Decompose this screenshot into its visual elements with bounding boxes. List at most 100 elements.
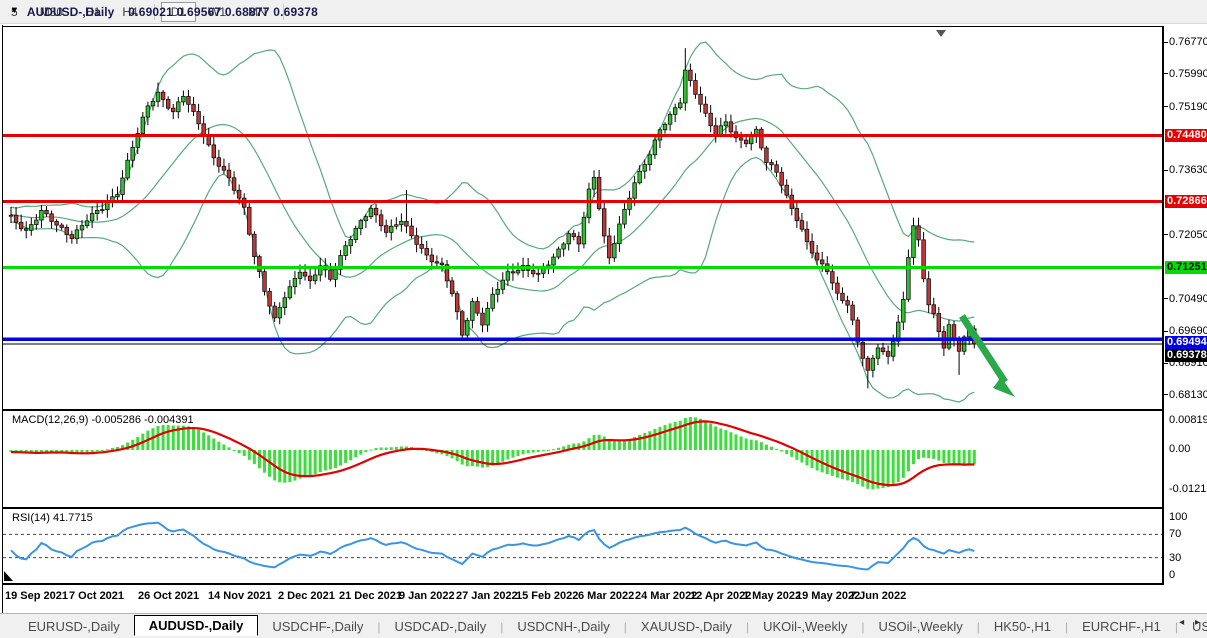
macd-histogram-bar [369, 450, 372, 451]
rsi-axis-label: 100 [1169, 511, 1187, 523]
candle-bullish [177, 102, 181, 112]
macd-histogram-bar [892, 450, 895, 485]
price-level-badge[interactable]: 0.72866 [1165, 195, 1207, 208]
macd-histogram-bar [846, 450, 849, 480]
macd-histogram-bar [243, 450, 246, 456]
candle-bearish [450, 281, 454, 294]
candle-bearish [435, 262, 439, 263]
chart-tab-hk50-h1[interactable]: HK50-,H1 [980, 617, 1065, 636]
price-chart-panel[interactable] [3, 26, 1164, 409]
macd-histogram-bar [937, 450, 940, 461]
candle-bullish [582, 217, 586, 244]
chart-tab-audusd-daily[interactable]: AUDUSD-,Daily [134, 615, 259, 636]
candle-bullish [536, 273, 540, 274]
macd-panel[interactable]: MACD(12,26,9) -0.005286 -0.004391 [3, 411, 1164, 507]
candle-bearish [709, 113, 713, 125]
candle-bullish [516, 270, 520, 273]
candle-bearish [379, 215, 383, 226]
macd-histogram-bar [248, 450, 251, 460]
rsi-label: RSI(14) 41.7715 [12, 512, 93, 524]
trend-arrow-annotation[interactable] [962, 316, 1005, 382]
candle-bullish [288, 287, 292, 298]
macd-histogram-bar [222, 445, 225, 450]
candle-bearish [531, 270, 535, 273]
candle-bearish [237, 190, 241, 198]
scroll-anchor-icon[interactable] [4, 571, 13, 581]
macd-histogram-bar [91, 450, 94, 452]
macd-histogram-bar [476, 450, 479, 467]
macd-histogram-bar [217, 442, 220, 450]
macd-histogram-bar [963, 450, 966, 465]
macd-histogram-bar [547, 450, 550, 451]
axis-tick-mark [1164, 73, 1168, 74]
axis-border [1162, 26, 1164, 583]
macd-histogram-bar [861, 450, 864, 487]
macd-histogram-bar [917, 450, 920, 459]
macd-histogram-bar [364, 450, 367, 452]
candle-bearish [704, 104, 708, 113]
trading-terminal-window: 5M30H1H4D1W1MN ▼ AUDUSD-,Daily 0.69021 0… [0, 0, 1207, 638]
macd-axis-label: 0.00 [1169, 443, 1190, 455]
candle-bullish [902, 299, 906, 322]
chart-tab-usdchf-daily[interactable]: USDCHF-,Daily [258, 617, 377, 636]
price-level-badge[interactable]: 0.69494 [1165, 336, 1207, 349]
rsi-canvas[interactable] [3, 509, 1164, 583]
candle-bearish [384, 226, 388, 233]
price-axis-tick-label: 0.75190 [1169, 101, 1207, 113]
candle-bullish [623, 209, 627, 224]
price-level-badge[interactable]: 0.74480 [1165, 129, 1207, 142]
chart-tab-ukoil-weekly[interactable]: UKOil-,Weekly [749, 617, 861, 636]
main-chart-canvas[interactable] [3, 26, 1164, 409]
price-axis-tick-label: 0.75990 [1169, 68, 1207, 80]
macd-histogram-bar [674, 422, 677, 450]
macd-histogram-bar [557, 448, 560, 450]
candle-bearish [729, 122, 733, 132]
bollinger-band-line [11, 42, 974, 249]
candle-bearish [881, 348, 885, 352]
macd-histogram-bar [775, 449, 778, 450]
candle-bullish [912, 226, 916, 258]
chart-tab-xauusd-daily[interactable]: XAUUSD-,Daily [627, 617, 746, 636]
candle-bullish [466, 320, 470, 335]
chart-tab-usdcnh-daily[interactable]: USDCNH-,Daily [503, 617, 623, 636]
chart-tab-usoil-weekly[interactable]: USOil-,Weekly [864, 617, 976, 636]
price-axis-tick-label: 0.76770 [1169, 36, 1207, 48]
time-axis-label: 6 Mar 2022 [578, 590, 634, 602]
price-axis[interactable]: 0.767700.759900.751900.736300.720500.704… [1164, 26, 1207, 583]
time-axis[interactable]: 19 Sep 20217 Oct 202126 Oct 202114 Nov 2… [3, 585, 1164, 613]
candle-bearish [831, 272, 835, 283]
macd-histogram-bar [157, 426, 160, 450]
candle-bearish [440, 263, 444, 265]
chart-tab-eurchf-h1[interactable]: EURCHF-,H1 [1068, 617, 1175, 636]
macd-histogram-bar [233, 450, 236, 451]
macd-histogram-bar [192, 428, 195, 450]
candle-bullish [678, 103, 682, 108]
candle-bearish [187, 96, 191, 104]
chart-shift-marker-icon[interactable] [936, 30, 946, 37]
chart-tab-eurusd-daily[interactable]: EURUSD-,Daily [14, 617, 134, 636]
candle-bearish [415, 236, 419, 245]
candle-bearish [861, 342, 865, 358]
candle-bullish [592, 177, 596, 189]
price-level-badge[interactable]: 0.69378 [1165, 349, 1207, 362]
rsi-panel[interactable]: RSI(14) 41.7715 [3, 509, 1164, 583]
macd-histogram-bar [927, 450, 930, 458]
price-level-badge[interactable]: 0.71251 [1165, 261, 1207, 274]
macd-histogram-bar [162, 425, 165, 450]
chart-tab-usdcad-daily[interactable]: USDCAD-,Daily [380, 617, 500, 636]
macd-histogram-bar [329, 450, 332, 469]
candle-bearish [197, 112, 201, 124]
rsi-axis-label: 30 [1169, 552, 1181, 564]
macd-histogram-bar [897, 450, 900, 482]
candle-bearish [866, 358, 870, 370]
tab-scroll-arrows[interactable]: ◂ ▸ [1179, 617, 1204, 628]
candle-bullish [359, 221, 363, 229]
candle-bearish [932, 305, 936, 314]
macd-histogram-bar [729, 432, 732, 450]
candle-bearish [597, 177, 601, 208]
symbol-dropdown-icon[interactable]: ▼ [10, 5, 19, 19]
macd-histogram-bar [339, 450, 342, 466]
candle-bearish [694, 81, 698, 95]
macd-histogram-bar [101, 450, 104, 451]
macd-histogram-bar [841, 450, 844, 479]
